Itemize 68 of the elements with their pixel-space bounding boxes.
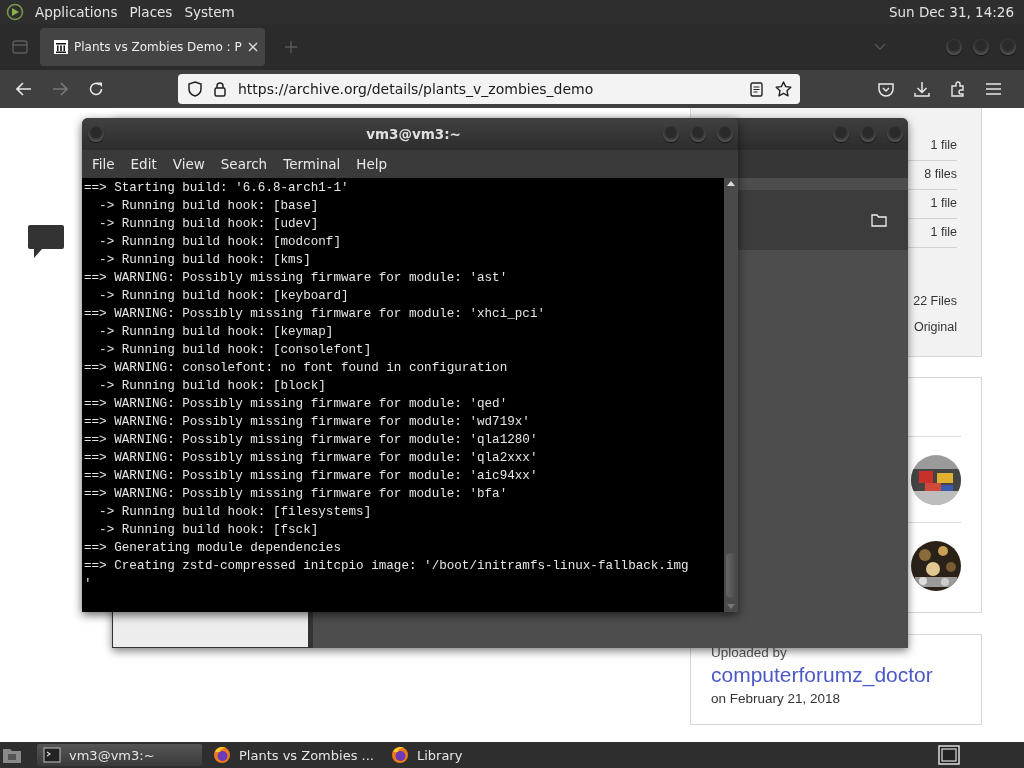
terminal-line: -> Running build hook: [udev] (98, 216, 320, 233)
puzzle-icon[interactable] (950, 81, 966, 97)
show-desktop-icon[interactable] (2, 746, 22, 764)
close-icon[interactable] (247, 42, 258, 52)
taskbar-item[interactable]: vm3@vm3:~ (37, 744, 202, 766)
scroll-up-icon[interactable] (727, 181, 735, 186)
taskbar-item[interactable]: Library (384, 744, 550, 766)
terminal-line: -> Running build hook: [fsck] (98, 522, 320, 539)
distro-logo-icon[interactable] (6, 3, 24, 21)
terminal-menu[interactable]: Search (212, 156, 276, 172)
terminal-line: -> Running build hook: [base] (98, 198, 320, 215)
panel-menu[interactable]: Applications (34, 4, 119, 20)
terminal-line: ==> WARNING: Possibly missing firmware for module: 'qed' (84, 396, 509, 413)
terminal-line: ==> WARNING: Possibly missing firmware for module: 'ast' (84, 270, 509, 287)
terminal-line: ==> WARNING: Possibly missing firmware for module: 'qla1280' (84, 432, 539, 449)
reader-view-icon[interactable] (750, 81, 763, 97)
files-total: 22 Files (913, 293, 957, 310)
download-icon[interactable] (914, 81, 930, 97)
terminal-line: ==> WARNING: Possibly missing firmware for module: 'aic94xx' (84, 468, 539, 485)
terminal-line: ==> WARNING: Possibly missing firmware for module: 'qla2xxx' (84, 450, 539, 467)
terminal-line: ' (84, 576, 93, 593)
terminal-line: -> Running build hook: [keymap] (98, 324, 335, 341)
window-title: vm3@vm3:~ (365, 126, 462, 142)
terminal-menu[interactable]: Terminal (275, 156, 349, 172)
terminal-line: -> Running build hook: [keyboard] (98, 288, 350, 305)
terminal-line: ==> WARNING: Possibly missing firmware for module: 'wd719x' (84, 414, 531, 431)
reload-icon[interactable] (88, 81, 104, 97)
taskbar-item[interactable]: Plants vs Zombies ... (207, 744, 380, 766)
terminal-icon (43, 747, 61, 763)
shield-icon[interactable] (188, 81, 202, 97)
terminal-line: -> Running build hook: [modconf] (98, 234, 342, 251)
terminal-line: ==> Generating module dependencies (84, 540, 342, 557)
fox-globe-icon (213, 746, 231, 764)
terminal-line: ==> Starting build: '6.6.8-arch1-1' (84, 180, 350, 197)
panel-menu[interactable]: System (183, 4, 236, 20)
terminal-line: ==> Creating zstd-compressed initcpio image: '/boot/initramfs-linux-fallback.img (84, 558, 690, 575)
chat-bubble-icon[interactable] (28, 225, 64, 259)
panel-menu[interactable]: Places (128, 4, 174, 20)
temple-icon (54, 40, 68, 54)
scrollbar-thumb[interactable] (726, 553, 736, 598)
fox-globe-icon (390, 746, 409, 764)
terminal-line: ==> WARNING: Possibly missing firmware for module: 'bfa' (84, 486, 509, 503)
terminal-menu[interactable]: Edit (122, 156, 165, 172)
pocket-icon[interactable] (878, 81, 894, 97)
terminal-line: -> Running build hook: [block] (98, 378, 327, 395)
terminal-line: -> Running build hook: [consolefont] (98, 342, 373, 359)
lock-icon[interactable] (214, 81, 226, 97)
terminal-menu[interactable]: View (164, 156, 213, 172)
terminal-line: -> Running build hook: [kms] (98, 252, 312, 269)
terminal-menu[interactable]: Help (348, 156, 396, 172)
uploader-link[interactable]: computerforumz_doctor (711, 663, 933, 687)
original-label: Original (913, 319, 957, 336)
uploaded-by-label: Uploaded by (711, 645, 787, 660)
browser-tab[interactable]: Plants vs Zombies Demo : P (40, 28, 265, 66)
terminal-line: ==> WARNING: consolefont: no font found in configuration (84, 360, 509, 377)
upload-date: on February 21, 2018 (711, 691, 841, 706)
scrollbar[interactable] (724, 178, 738, 612)
terminal-line: -> Running build hook: [filesystems] (98, 504, 373, 521)
menu-icon[interactable] (986, 83, 1001, 95)
address-bar[interactable]: https://archive.org/details/plants_v_zombies_demo (178, 74, 800, 104)
forward-icon[interactable] (52, 82, 68, 96)
clock[interactable]: Sun Dec 31, 14:26 (886, 4, 1016, 20)
star-icon[interactable] (775, 81, 792, 97)
terminal-line: ==> WARNING: Possibly missing firmware for module: 'xhci_pci' (84, 306, 546, 323)
back-icon[interactable] (16, 82, 32, 96)
workspace-icon[interactable] (938, 745, 960, 765)
terminal-menu[interactable]: File (84, 156, 123, 172)
folder-icon[interactable] (871, 213, 887, 227)
